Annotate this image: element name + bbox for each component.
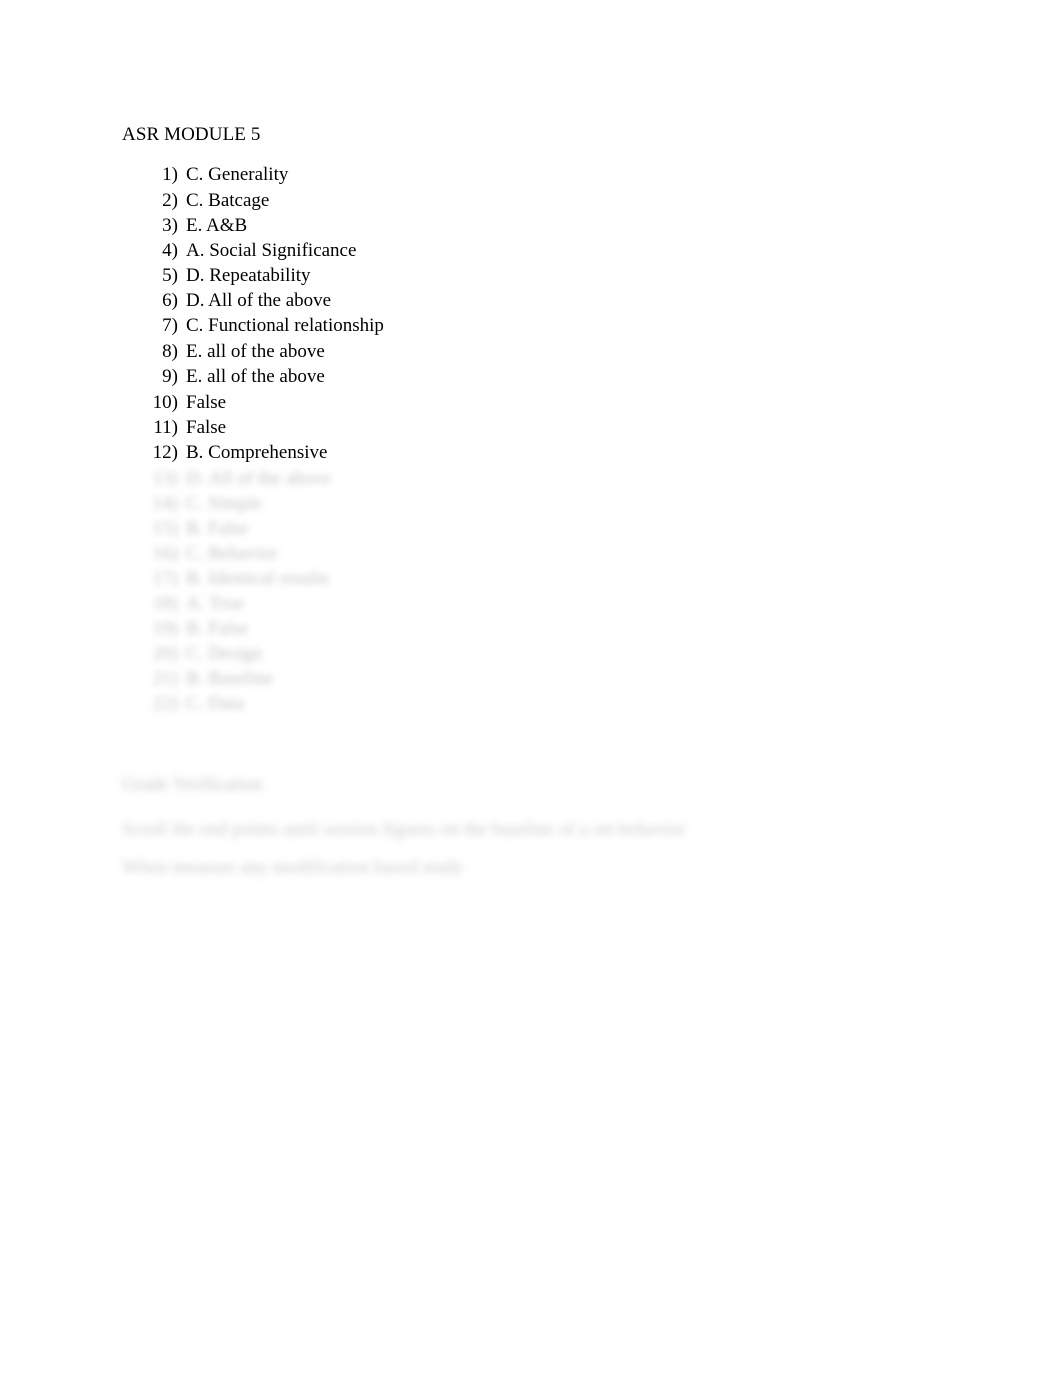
redacted-list-item-number: 14) [152,493,178,514]
redacted-list-item-number: 18) [152,593,178,614]
redacted-list-item: 20) C. Design [122,641,822,666]
redacted-list-item-text: C. Behavior [186,543,278,564]
redacted-text-block: Grade Verification Scroll the end points… [122,772,802,887]
redacted-list-item: 14) C. Simple [122,491,822,516]
redacted-list-item-text: B. Baseline [186,668,274,689]
list-item: 2) C. Batcage [122,188,822,214]
page-title: ASR MODULE 5 [122,124,261,145]
redacted-list-item: 18) A. True [122,591,822,616]
list-item-number: 8) [162,340,178,362]
redacted-list-item: 17) B. Identical results [122,566,822,591]
list-item-number: 11) [153,416,178,438]
redacted-list-item: 19) B. False [122,616,822,641]
list-item-text: False [186,416,227,438]
redacted-list-item-number: 16) [152,543,178,564]
redacted-paragraph-line: When measure any modification based stud… [122,857,464,878]
redacted-answer-list: 13) D. All of the above 14) C. Simple 15… [122,466,822,716]
redacted-list-item-text: B. False [186,618,249,639]
redacted-list-item-text: B. Identical results [186,568,329,589]
list-item: 12) B. Comprehensive [122,440,822,465]
list-item-number: 3) [162,215,178,236]
list-item: 1) C. Generality [122,162,822,188]
list-item-number: 4) [162,240,178,261]
redacted-list-item-text: C. Design [186,643,262,664]
list-item-number: 10) [152,391,178,413]
list-item-text: B. Comprehensive [186,441,328,463]
list-item-text: E. A&B [186,215,248,236]
list-item-number: 9) [162,366,178,387]
list-item: 11) False [122,415,822,440]
list-item-text: E. all of the above [186,340,325,362]
list-item: 4) A. Social Significance [122,238,822,263]
list-item-text: D. All of the above [186,290,332,311]
redacted-list-item: 13) D. All of the above [122,466,822,491]
list-item-number: 1) [162,164,178,185]
list-item-number: 2) [162,189,178,211]
redacted-list-item-number: 17) [152,568,178,589]
redacted-list-item-text: A. True [186,593,245,614]
list-item-text: E. all of the above [186,366,325,387]
redacted-list-item-text: C. Data [186,693,245,714]
redacted-list-item-text: B. False [186,518,249,539]
redacted-list-item: 15) B. False [122,516,822,541]
list-item: 8) E. all of the above [122,339,822,365]
list-item: 9) E. all of the above [122,364,822,390]
document-page: ASR MODULE 5 1) C. Generality 2) C. Batc… [0,0,1062,1377]
list-item-text: C. Functional relationship [186,315,384,336]
redacted-list-item: 22) C. Data [122,691,822,716]
redacted-paragraph: Scroll the end points until session figu… [122,811,802,887]
list-item-text: D. Repeatability [186,265,311,286]
redacted-list-item-number: 22) [152,693,178,714]
redacted-list-item: 16) C. Behavior [122,541,822,566]
redacted-list-item-text: C. Simple [186,493,263,514]
redacted-list-item-number: 19) [152,618,178,639]
redacted-list-item-number: 20) [152,643,178,664]
list-item: 3) E. A&B [122,213,822,238]
redacted-list-item-number: 21) [152,668,178,689]
redacted-list-item-number: 13) [152,468,178,489]
redacted-section-heading: Grade Verification [122,774,263,795]
list-item-text: C. Batcage [186,189,270,211]
list-item: 10) False [122,390,822,415]
list-item-text: A. Social Significance [186,240,357,261]
answer-list: 1) C. Generality 2) C. Batcage 3) E. A&B… [122,162,822,465]
list-item-number: 12) [152,441,178,463]
list-item: 5) D. Repeatability [122,263,822,288]
redacted-list-item-number: 15) [152,518,178,539]
list-item: 7) C. Functional relationship [122,313,822,339]
list-item-number: 7) [162,315,178,336]
list-item-number: 6) [162,290,178,311]
list-item-text: C. Generality [186,164,289,185]
list-item: 6) D. All of the above [122,288,822,313]
redacted-list-item: 21) B. Baseline [122,666,822,691]
redacted-paragraph-line: Scroll the end points until session figu… [122,819,686,840]
list-item-text: False [186,391,227,413]
list-item-number: 5) [162,265,178,286]
redacted-list-item-text: D. All of the above [186,468,332,489]
